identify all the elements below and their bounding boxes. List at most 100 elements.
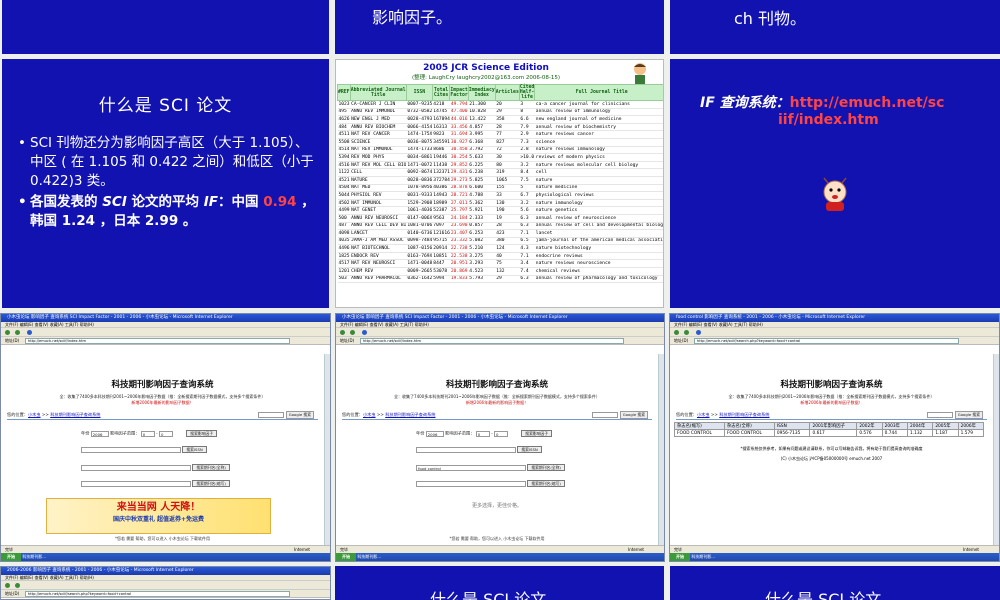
query-url[interactable]: http://emuch.net/sc	[790, 95, 945, 111]
start-button[interactable]: 开始	[1, 553, 21, 561]
browser-screenshot-bottom: 2006-2006 影响因子 查询系统 - 2001 - 2006 - 小木虫论…	[0, 566, 331, 600]
bullet-list: SCI 刊物还分为影响因子高区（大于 1.105）、中区 ( 在 1.105 和…	[18, 134, 317, 233]
range-from-input[interactable]: 0	[140, 430, 155, 437]
table-cell: chemical reviews	[534, 267, 663, 276]
google-button[interactable]: Google 搜索	[285, 411, 314, 419]
table-cell: 5.6	[519, 206, 535, 215]
result-header-cell: ISSN	[773, 422, 811, 430]
table-cell: 29	[495, 275, 520, 284]
table-cell: 8686	[432, 146, 450, 155]
forward-icon[interactable]	[350, 330, 355, 335]
forward-icon[interactable]	[15, 583, 20, 588]
table-cell: 0147-006X	[406, 214, 433, 223]
refresh-icon[interactable]	[696, 330, 701, 335]
start-button[interactable]: 开始	[670, 553, 690, 561]
table-cell: 132	[495, 267, 520, 276]
scrollbar[interactable]	[658, 354, 664, 545]
jcr-column-header: Cited Half-life	[518, 84, 536, 101]
fullname-input[interactable]	[81, 464, 191, 471]
breadcrumb-link[interactable]: 科技期刊影响因子查询系统	[719, 412, 769, 417]
search-issn-button[interactable]: 搜索ISSN	[182, 446, 207, 453]
issn-input[interactable]	[81, 446, 181, 453]
breadcrumb-link[interactable]: 小木虫	[697, 412, 710, 417]
address-bar: http://emuch.net/sciif/search.php?keywor…	[1, 590, 330, 598]
google-button[interactable]: Google 搜索	[619, 411, 648, 419]
breadcrumb-link[interactable]: 小木虫	[363, 412, 376, 417]
forward-icon[interactable]	[15, 330, 20, 335]
search-fullname-button[interactable]: 搜索期刊名(全称)	[527, 464, 565, 471]
taskbar-item[interactable]: 科技期刊影...	[691, 554, 715, 559]
table-cell: 31.694	[449, 130, 469, 139]
issn-row: 搜索ISSN	[1, 446, 324, 453]
table-cell: 0.857	[468, 222, 496, 231]
refresh-icon[interactable]	[27, 330, 32, 335]
table-cell: 20.951	[449, 259, 469, 269]
scrollbar[interactable]	[993, 354, 999, 545]
search-if-button[interactable]: 搜索影响因子	[186, 430, 218, 437]
page-content: 科技期刊影响因子查询系统 全：收集了7400多本科技期刊2001~2006年影响…	[670, 354, 993, 545]
breadcrumb-link[interactable]: 科技期刊影响因子查询系统	[50, 412, 100, 417]
back-icon[interactable]	[674, 330, 679, 335]
back-icon[interactable]	[5, 583, 10, 588]
range-to-input[interactable]: 0	[493, 430, 508, 437]
taskbar-item[interactable]: 科技期刊影...	[357, 554, 381, 559]
page-footer: *您若 需要 帮助，您可以进入 小木虫论坛 下载软件用	[114, 536, 211, 541]
refresh-icon[interactable]	[362, 330, 367, 335]
issn-input[interactable]	[416, 446, 516, 453]
table-cell: nature medicine	[534, 184, 663, 193]
abbr-input[interactable]	[81, 480, 191, 487]
forward-icon[interactable]	[684, 330, 689, 335]
range-from-input[interactable]: 0	[475, 430, 490, 437]
google-input[interactable]	[591, 412, 618, 418]
taskbar-item[interactable]: 科技期刊影...	[22, 554, 46, 559]
table-cell: 13.422	[468, 115, 496, 124]
year-select[interactable]: 2006	[425, 430, 444, 437]
back-icon[interactable]	[340, 330, 345, 335]
slide-top-right: ch 刊物。	[670, 0, 1000, 54]
start-button[interactable]: 开始	[336, 553, 356, 561]
result-header-cell: 2001年影响因子	[809, 422, 858, 430]
search-abbr-button[interactable]: 搜索期刊名(缩写)	[527, 480, 565, 487]
jcr-column-header: Articles	[494, 84, 520, 101]
back-icon[interactable]	[5, 330, 10, 335]
table-row: 4511 NAT REV CANCER 1474-175X 9823 31.694 3.9…	[337, 130, 663, 139]
table-row: 4502 NAT IMMUNOL 1529-2908 18989 27.011 5.362…	[337, 199, 663, 208]
table-cell: 1061-4036	[406, 206, 433, 215]
table-cell: 3.275	[468, 252, 496, 261]
fullname-input[interactable]: food control	[416, 464, 526, 471]
breadcrumb-link[interactable]: 小木虫	[28, 412, 41, 417]
address-input[interactable]: http://emuch.net/sciif/search.php?keywor…	[694, 338, 959, 344]
breadcrumb-link[interactable]: 科技期刊影响因子查询系统	[385, 412, 435, 417]
google-input[interactable]	[926, 412, 953, 418]
search-abbr-button[interactable]: 搜索期刊名(缩写)	[192, 480, 230, 487]
search-issn-button[interactable]: 搜索ISSN	[517, 446, 542, 453]
query-url-cont[interactable]: iif/index.htm	[778, 112, 879, 128]
address-input[interactable]: http://emuch.net/sciif/index.htm	[25, 338, 290, 344]
table-row: 5044 PHYSIOL REV 0031-9333 14943 28.721 4.788…	[337, 191, 663, 200]
google-input[interactable]	[257, 412, 284, 418]
result-cell: FOOD CONTROL	[723, 429, 775, 437]
table-cell: physiological reviews	[534, 191, 663, 200]
search-fullname-button[interactable]: 搜索期刊名(全称)	[192, 464, 230, 471]
jcr-table-slide: 2005 JCR Science Edition (整理: LaughCry l…	[335, 59, 664, 308]
abbr-input[interactable]	[416, 480, 526, 487]
search-if-button[interactable]: 搜索影响因子	[521, 430, 553, 437]
address-input[interactable]: http://emuch.net/sciif/index.htm	[360, 338, 624, 344]
ad-banner[interactable]: 来当当网 人天降！ 国庆中秋双重礼 超值返券+免运费	[46, 498, 271, 534]
scrollbar[interactable]	[324, 354, 330, 545]
range-to-input[interactable]: 0	[158, 430, 173, 437]
table-cell: 1087-0156	[406, 244, 433, 253]
address-input[interactable]: http://emuch.net/sciif/search.php?keywor…	[25, 591, 290, 597]
breadcrumb: 您的位置：小木虫 >> 科技期刊影响因子查询系统 Google 搜索	[7, 411, 318, 420]
year-select[interactable]: 2006	[90, 430, 109, 437]
table-cell: 21.300	[468, 100, 496, 109]
result-note: *搜索系统仅供参考，如果有问题或建议请联系，你可以写邮箱告诉我，将有助于我们提高…	[740, 446, 923, 451]
table-cell: nature	[534, 176, 663, 185]
table-cell: nature reviews molecular cell biology	[534, 161, 663, 170]
table-cell: 345591	[432, 138, 450, 147]
toolbar	[1, 581, 330, 590]
table-cell: 28.878	[449, 184, 469, 193]
google-button[interactable]: Google 搜索	[954, 411, 983, 419]
table-cell: 4521	[337, 176, 351, 185]
table-cell: 4626	[337, 115, 351, 124]
